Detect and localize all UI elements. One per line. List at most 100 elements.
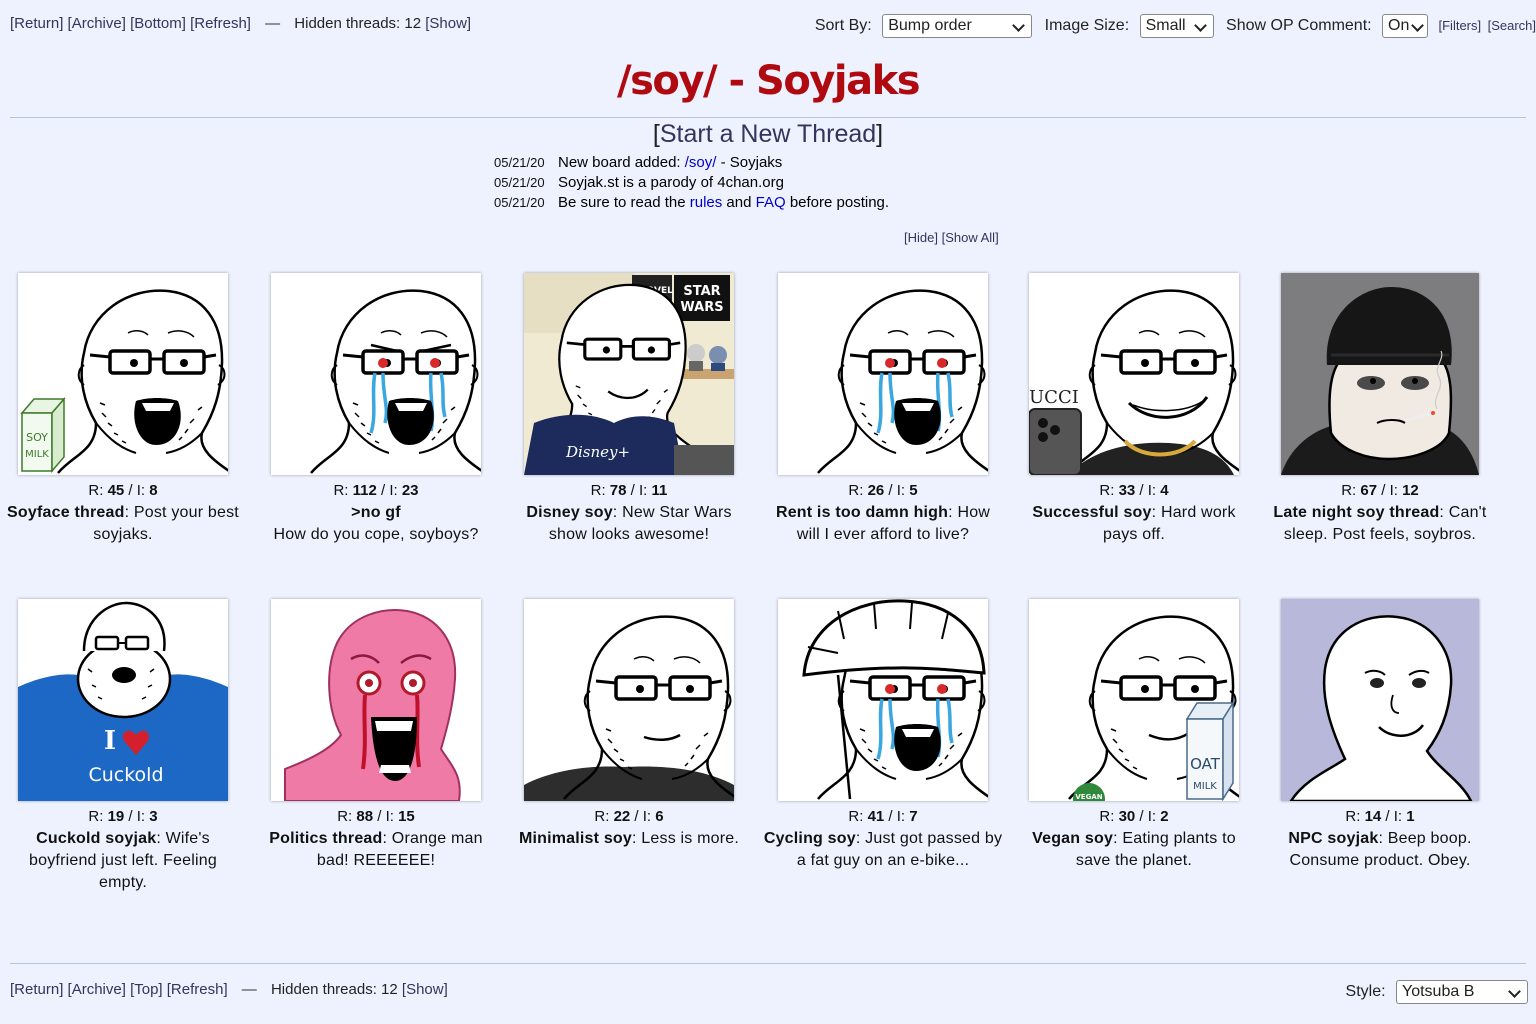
reply-count: 22 (613, 808, 631, 825)
image-count: 2 (1160, 808, 1169, 825)
thread-thumbnail[interactable]: MARVEL STAR WARS Disney+ (524, 273, 734, 475)
thread-thumbnail[interactable] (271, 273, 481, 475)
thread-thumbnail[interactable] (1281, 273, 1479, 475)
top-link[interactable]: [Top] (130, 981, 163, 998)
thread-subject: Minimalist soy (518, 830, 632, 847)
show-all-news-link[interactable]: [Show All] (942, 230, 999, 245)
thread-teaser: Vegan soy: Eating plants to save the pla… (1032, 830, 1236, 869)
style-controls: Style: Yotsuba B (1346, 980, 1528, 1004)
show-hidden-link[interactable]: [Show] (402, 981, 448, 998)
thread-subject: Soyface thread (7, 504, 125, 521)
pink-screaming-soyjak-icon (284, 609, 461, 801)
shirt-cuckold-text: Cuckold (88, 764, 163, 786)
thread-thumbnail[interactable] (1281, 599, 1479, 801)
news-text: New board added: (558, 154, 685, 171)
faq-link[interactable]: FAQ (756, 194, 786, 211)
image-count: 23 (401, 482, 419, 499)
thread-subject: Cycling soy (763, 830, 856, 847)
thread-thumbnail[interactable]: SOY MILK (18, 273, 228, 475)
thread-thumbnail[interactable]: I Cuckold (18, 599, 228, 801)
archive-link[interactable]: [Archive] (68, 15, 126, 32)
thread-stats: R: 19 / I: 3 (88, 808, 158, 825)
news-text: Soyjak.st is a parody of 4chan.org (558, 174, 784, 191)
search-link[interactable]: [Search] (1488, 18, 1536, 33)
thread-teaser: Disney soy: New Star Wars show looks awe… (526, 504, 732, 543)
board-title: /soy/ - Soyjaks (616, 58, 921, 104)
thread-teaser: NPC soyjak: Beep boop. Consume product. … (1288, 830, 1472, 869)
refresh-link[interactable]: [Refresh] (190, 15, 251, 32)
hidden-threads-label: Hidden threads: 12 (270, 981, 398, 998)
thread-card: R: 67 / I: 12 Late night soy thread: Can… (1260, 273, 1500, 546)
thread-thumbnail[interactable]: VEGAN OAT MILK (1029, 599, 1239, 801)
disney-plus-shirt-text: Disney+ (565, 443, 630, 461)
image-count: 3 (149, 808, 158, 825)
starwars-wars-text: WARS (680, 300, 723, 315)
thread-card: I Cuckold R: 19 / I: 3 Cuckold soyjak: W… (3, 599, 243, 894)
news-date: 05/21/20 (494, 175, 545, 190)
rules-link[interactable]: rules (690, 194, 723, 211)
hide-news-link[interactable]: [Hide] (904, 230, 938, 245)
image-size-select[interactable]: Small (1139, 14, 1214, 38)
start-thread-link[interactable]: Start a New Thread (660, 120, 876, 148)
sort-select[interactable]: Bump order (882, 14, 1033, 38)
thread-subject: >no gf (351, 504, 401, 521)
bottom-link[interactable]: [Bottom] (130, 15, 186, 32)
top-navbar: [Return] [Archive] [Bottom] [Refresh] — … (10, 12, 1536, 42)
refresh-link[interactable]: [Refresh] (167, 981, 228, 998)
thread-card: SOY MILK R: 45 / I: 8 Soyface thread: Po… (3, 273, 243, 546)
return-link[interactable]: [Return] (10, 981, 63, 998)
carton-oat-text: OAT (1190, 755, 1221, 773)
beanie-doomer-icon (1281, 273, 1479, 475)
return-link[interactable]: [Return] (10, 15, 63, 32)
show-hidden-link[interactable]: [Show] (425, 15, 471, 32)
thread-comment: Less is more. (641, 830, 740, 847)
divider (10, 963, 1526, 964)
chevron-down-icon (1012, 19, 1026, 32)
reply-count: 112 (352, 482, 377, 499)
news-hide-controls: [Hide] [Show All] (904, 230, 999, 245)
style-label: Style: (1345, 983, 1386, 1001)
thread-stats: R: 112 / I: 23 (333, 482, 419, 499)
news-board-link[interactable]: /soy/ (685, 154, 717, 171)
reply-count: 88 (356, 808, 374, 825)
reply-count: 26 (867, 482, 885, 499)
thread-thumbnail[interactable] (778, 273, 988, 475)
news-date: 05/21/20 (494, 155, 545, 170)
thread-card: R: 41 / I: 7 Cycling soy: Just got passe… (763, 599, 1003, 872)
thread-card: UCCI R: 33 / I: 4 Successful soy: Hard w… (1014, 273, 1254, 546)
thread-thumbnail[interactable] (271, 599, 481, 801)
filters-link[interactable]: [Filters] (1439, 18, 1482, 33)
thread-card: R: 14 / I: 1 NPC soyjak: Beep boop. Cons… (1260, 599, 1500, 872)
thread-stats: R: 14 / I: 1 (1345, 808, 1415, 825)
crying-soyjak-icon (816, 289, 988, 475)
thread-thumbnail[interactable] (778, 599, 988, 801)
thread-card: R: 112 / I: 23 >no gf How do you cope, so… (256, 273, 496, 546)
thread-stats: R: 45 / I: 8 (88, 482, 158, 499)
thread-stats: R: 33 / I: 4 (1099, 482, 1169, 499)
thread-stats: R: 30 / I: 2 (1099, 808, 1169, 825)
cuckold-soyjak-icon: I Cuckold (18, 601, 228, 801)
thread-teaser: Minimalist soy: Less is more. (518, 830, 740, 847)
oat-milk-carton-icon: OAT MILK (1185, 700, 1235, 801)
op-comment-select[interactable]: On (1382, 14, 1429, 38)
gucci-text: UCCI (1029, 387, 1079, 408)
news-text: and (722, 194, 756, 211)
thread-card: R: 88 / I: 15 Politics thread: Orange ma… (256, 599, 496, 872)
thread-card: VEGAN OAT MILK R: 30 / I: 2 Vegan soy: E… (1014, 599, 1254, 872)
thread-thumbnail[interactable] (524, 599, 734, 801)
image-count: 6 (655, 808, 664, 825)
reply-count: 33 (1118, 482, 1136, 499)
separator: — (265, 15, 281, 32)
thread-subject: Politics thread (269, 830, 383, 847)
thread-teaser: >no gf How do you cope, soyboys? (256, 502, 496, 546)
thread-comment: How do you cope, soyboys? (273, 526, 479, 543)
archive-link[interactable]: [Archive] (68, 981, 126, 998)
thread-thumbnail[interactable]: UCCI (1029, 273, 1239, 475)
reply-count: 41 (867, 808, 885, 825)
thread-subject: Cuckold soyjak (36, 830, 157, 847)
minimalist-soyjak-icon (524, 615, 734, 801)
image-count: 12 (1402, 482, 1419, 499)
style-select[interactable]: Yotsuba B (1396, 980, 1528, 1004)
news-list: 05/21/20 New board added: /soy/ - Soyjaks… (494, 153, 889, 213)
thread-teaser: Late night soy thread: Can't sleep. Post… (1273, 504, 1487, 543)
